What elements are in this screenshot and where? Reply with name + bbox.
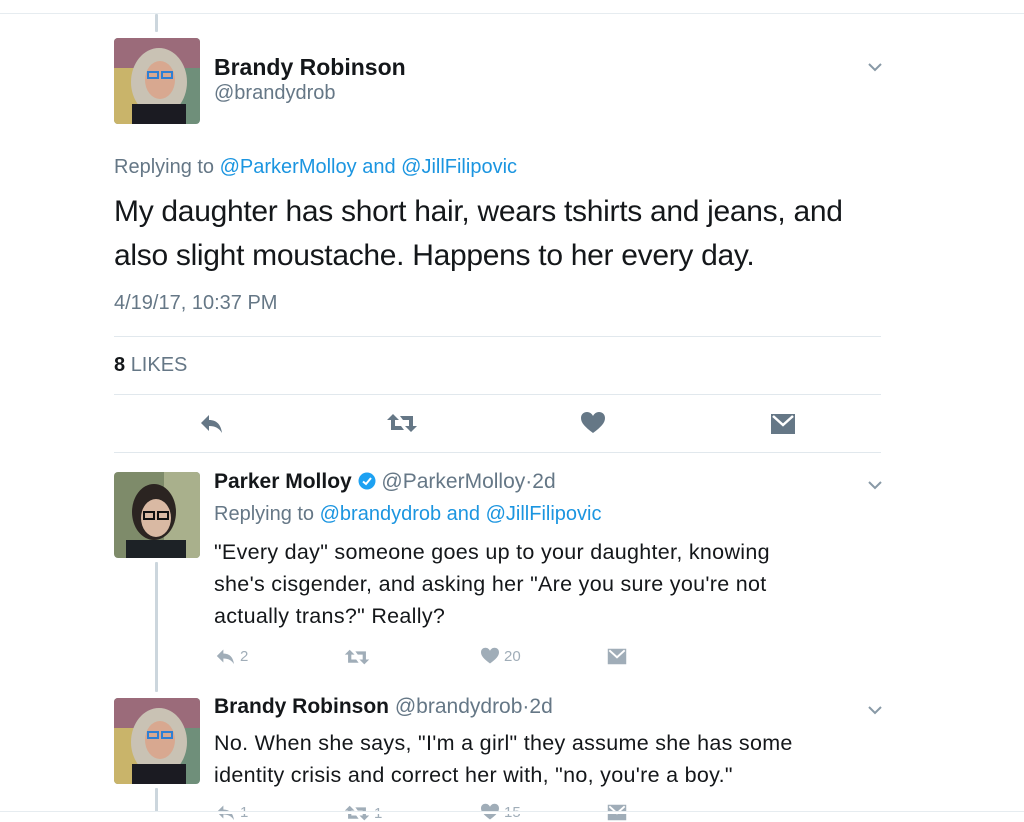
author-name[interactable]: Parker Molloy: [214, 470, 352, 493]
likes-label: LIKES: [130, 354, 188, 376]
avatar-brandy[interactable]: [114, 38, 200, 124]
tweet-age: 2d: [532, 470, 556, 493]
tweet-text: "Every day" someone goes up to your daug…: [214, 536, 770, 632]
author-handle[interactable]: @ParkerMolloy: [381, 470, 525, 493]
retweet-action[interactable]: [344, 648, 370, 666]
mention-link[interactable]: @ParkerMolloy: [220, 156, 357, 178]
reply-icon: [216, 649, 234, 665]
heart-icon[interactable]: [580, 411, 606, 440]
tweet-text-line: "Every day" someone goes up to your daug…: [214, 540, 770, 564]
author-name[interactable]: Brandy Robinson: [214, 695, 389, 718]
mention-link[interactable]: @JillFilipovic: [401, 156, 517, 178]
chevron-down-icon[interactable]: [866, 703, 884, 721]
reply-header: Brandy Robinson @brandydrob·2d: [214, 695, 553, 719]
tweet-text-line: identity crisis and correct her with, "n…: [214, 763, 733, 787]
mention-link[interactable]: @brandydrob: [320, 503, 441, 525]
tweet-text-line: No. When she says, "I'm a girl" they ass…: [214, 731, 793, 755]
likes-stat[interactable]: 8 LIKES: [114, 354, 187, 377]
replying-prefix: Replying to: [114, 156, 215, 178]
tweet-text-line: actually trans?" Really?: [214, 604, 446, 628]
divider: [114, 336, 881, 337]
reply-count: 2: [240, 647, 249, 665]
tweet-timestamp: 4/19/17, 10:37 PM: [114, 292, 278, 314]
reply-header: Parker Molloy @ParkerMolloy·2d: [214, 470, 556, 496]
chevron-down-icon[interactable]: [866, 478, 884, 496]
message-icon[interactable]: [770, 413, 796, 440]
heart-icon: [481, 647, 499, 664]
mention-link[interactable]: @JillFilipovic: [486, 503, 602, 525]
divider: [114, 394, 881, 395]
divider: [114, 452, 881, 453]
replying-prefix: Replying to: [214, 503, 315, 525]
reply-icon[interactable]: [198, 412, 224, 439]
message-action[interactable]: [607, 648, 627, 665]
replying-and: and: [362, 156, 396, 178]
verified-badge-icon: [358, 472, 376, 496]
reply-action[interactable]: 2: [214, 647, 248, 665]
likes-count: 8: [114, 354, 126, 376]
retweet-icon: [344, 649, 370, 665]
thread-line: [155, 562, 158, 692]
author-handle[interactable]: @brandydrob: [214, 82, 335, 105]
bottom-divider: [0, 811, 1024, 812]
avatar-parker[interactable]: [114, 472, 200, 558]
tweet-text: No. When she says, "I'm a girl" they ass…: [214, 727, 793, 791]
thread-line: [155, 788, 158, 812]
tweet-text: My daughter has short hair, wears tshirt…: [114, 190, 843, 278]
retweet-icon[interactable]: [386, 412, 418, 439]
like-action[interactable]: 20: [480, 647, 521, 665]
tweet-text-line: My daughter has short hair, wears tshirt…: [114, 195, 843, 228]
tweet-text-line: also slight moustache. Happens to her ev…: [114, 239, 755, 272]
like-count: 20: [504, 647, 521, 665]
tweet-text-line: she's cisgender, and asking her "Are you…: [214, 572, 767, 596]
chevron-down-icon[interactable]: [866, 60, 884, 78]
top-divider: [0, 13, 1024, 14]
author-name[interactable]: Brandy Robinson: [214, 54, 406, 81]
replying-and: and: [446, 503, 481, 525]
thread-line-top: [155, 14, 158, 32]
tweet-age: 2d: [529, 695, 553, 718]
author-handle[interactable]: @brandydrob: [395, 695, 523, 718]
message-icon: [607, 648, 627, 665]
replying-to: Replying to @brandydrob and @JillFilipov…: [214, 503, 601, 526]
avatar-brandy[interactable]: [114, 698, 200, 784]
replying-to: Replying to @ParkerMolloy and @JillFilip…: [114, 156, 517, 179]
